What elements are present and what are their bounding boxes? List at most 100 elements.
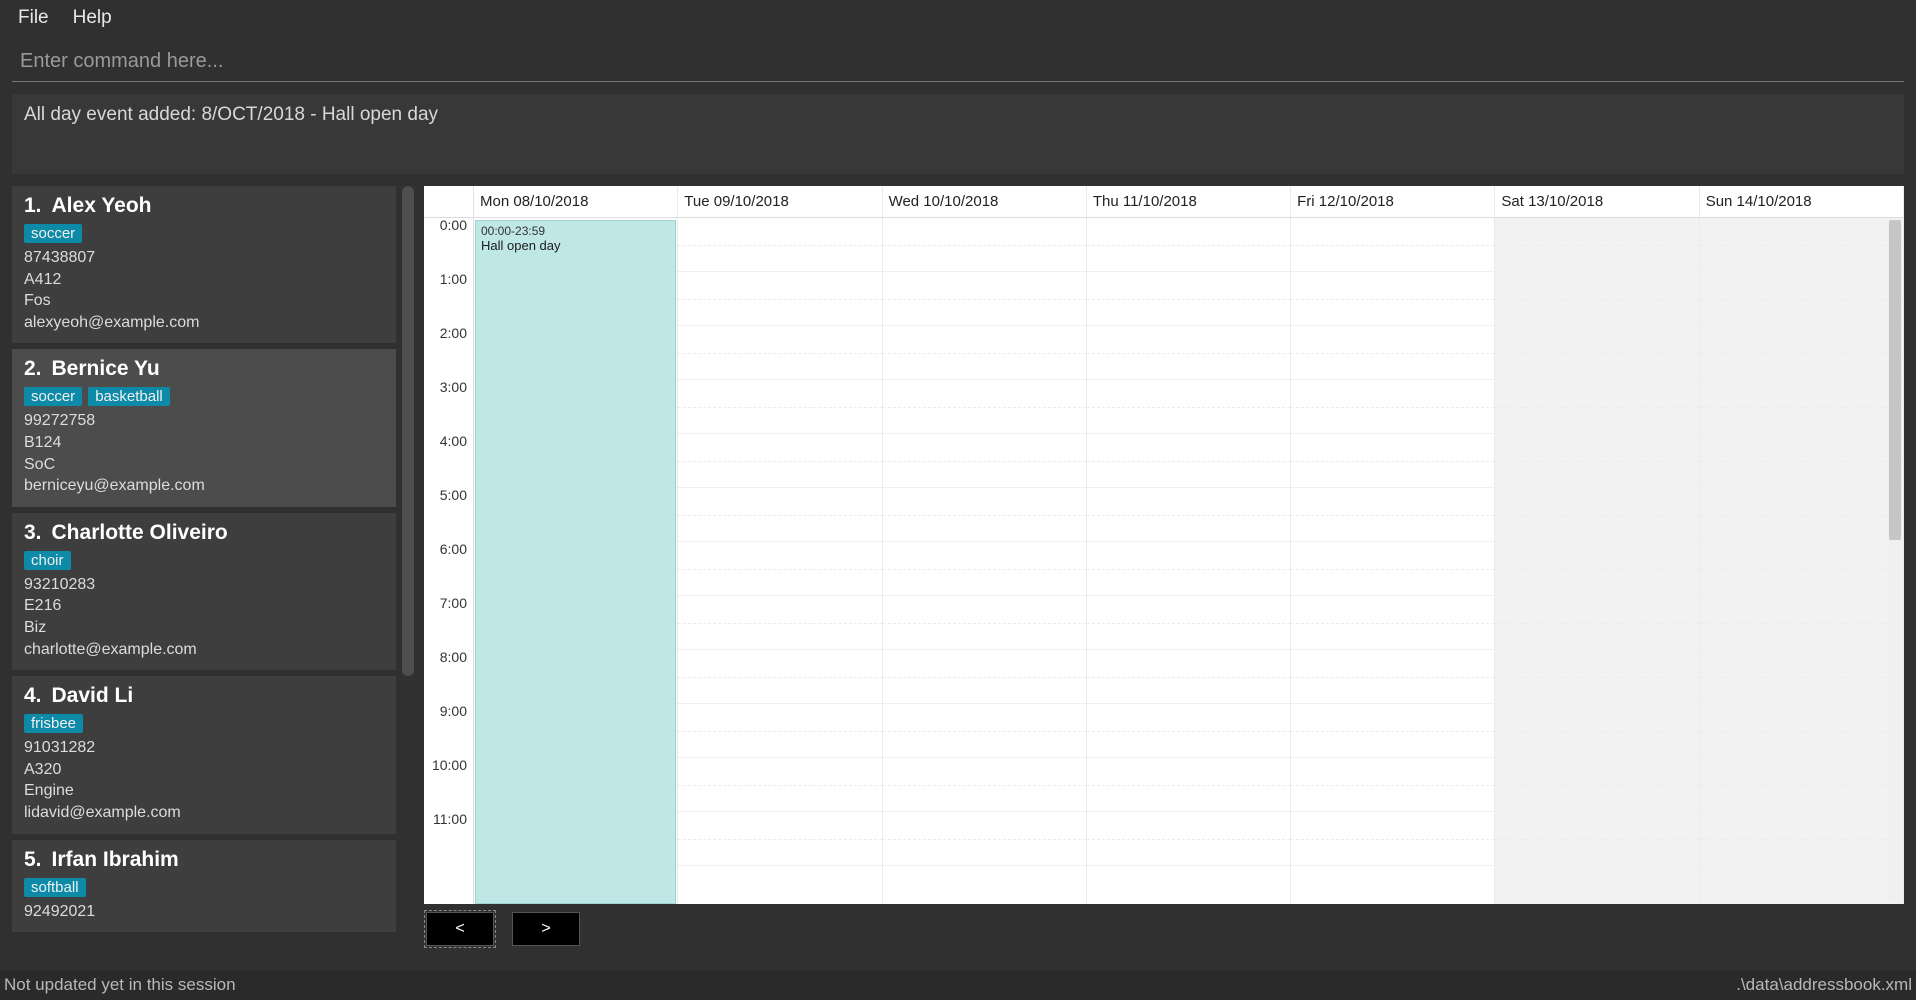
calendar-cell[interactable] bbox=[1700, 650, 1903, 704]
person-tags: soccerbasketball bbox=[24, 387, 384, 406]
calendar-scrollbar[interactable] bbox=[1888, 220, 1902, 902]
calendar-cell[interactable] bbox=[883, 488, 1086, 542]
menu-help[interactable]: Help bbox=[73, 7, 112, 29]
calendar-cell[interactable] bbox=[1291, 380, 1494, 434]
tag: softball bbox=[24, 878, 86, 897]
calendar-cell[interactable] bbox=[678, 326, 881, 380]
calendar-cell[interactable] bbox=[883, 650, 1086, 704]
calendar-cell[interactable] bbox=[1087, 812, 1290, 866]
calendar-cell[interactable] bbox=[1495, 326, 1698, 380]
person-card[interactable]: 2.Bernice Yusoccerbasketball99272758B124… bbox=[12, 349, 396, 506]
person-tags: frisbee bbox=[24, 714, 384, 733]
calendar-cell[interactable] bbox=[1291, 542, 1494, 596]
calendar-cell[interactable] bbox=[1700, 218, 1903, 272]
calendar-cell[interactable] bbox=[678, 272, 881, 326]
person-card[interactable]: 5.Irfan Ibrahimsoftball92492021 bbox=[12, 840, 396, 933]
calendar-cell[interactable] bbox=[883, 542, 1086, 596]
calendar-cell[interactable] bbox=[1291, 596, 1494, 650]
calendar-day-column[interactable] bbox=[1700, 218, 1904, 904]
calendar-cell[interactable] bbox=[1700, 326, 1903, 380]
tag: frisbee bbox=[24, 714, 83, 733]
calendar-cell[interactable] bbox=[1495, 218, 1698, 272]
calendar-day-column[interactable] bbox=[1495, 218, 1699, 904]
calendar-cell[interactable] bbox=[1291, 434, 1494, 488]
calendar-cell[interactable] bbox=[1291, 326, 1494, 380]
calendar-cell[interactable] bbox=[1291, 272, 1494, 326]
calendar-cell[interactable] bbox=[1291, 812, 1494, 866]
person-card[interactable]: 3.Charlotte Oliveirochoir93210283E216Biz… bbox=[12, 513, 396, 670]
calendar-cell[interactable] bbox=[883, 704, 1086, 758]
calendar-cell[interactable] bbox=[1495, 812, 1698, 866]
calendar-cell[interactable] bbox=[678, 812, 881, 866]
calendar-cell[interactable] bbox=[1087, 650, 1290, 704]
calendar-cell[interactable] bbox=[1700, 542, 1903, 596]
calendar-cell[interactable] bbox=[1087, 434, 1290, 488]
calendar-cell[interactable] bbox=[678, 218, 881, 272]
calendar-cell[interactable] bbox=[1495, 596, 1698, 650]
calendar-cell[interactable] bbox=[883, 272, 1086, 326]
calendar-cell[interactable] bbox=[1291, 488, 1494, 542]
person-card[interactable]: 1.Alex Yeohsoccer87438807A412Fosalexyeoh… bbox=[12, 186, 396, 343]
calendar-cell[interactable] bbox=[678, 704, 881, 758]
calendar-cell[interactable] bbox=[1087, 380, 1290, 434]
calendar-cell[interactable] bbox=[1495, 380, 1698, 434]
calendar-cell[interactable] bbox=[1700, 272, 1903, 326]
calendar-cell[interactable] bbox=[1700, 434, 1903, 488]
calendar-cell[interactable] bbox=[1291, 758, 1494, 812]
calendar-cell[interactable] bbox=[1087, 596, 1290, 650]
calendar-event[interactable]: 00:00-23:59Hall open day bbox=[475, 220, 676, 904]
calendar-cell[interactable] bbox=[883, 596, 1086, 650]
calendar-cell[interactable] bbox=[883, 812, 1086, 866]
calendar-cell[interactable] bbox=[1495, 758, 1698, 812]
status-left: Not updated yet in this session bbox=[4, 975, 236, 995]
person-list-scrollbar[interactable] bbox=[402, 186, 414, 676]
calendar-cell[interactable] bbox=[1495, 650, 1698, 704]
calendar-cell[interactable] bbox=[883, 434, 1086, 488]
calendar-cell[interactable] bbox=[678, 380, 881, 434]
menu-file[interactable]: File bbox=[18, 7, 49, 29]
calendar-cell[interactable] bbox=[1087, 542, 1290, 596]
command-input[interactable] bbox=[12, 44, 1904, 82]
calendar-cell[interactable] bbox=[1087, 488, 1290, 542]
calendar-cell[interactable] bbox=[1495, 542, 1698, 596]
calendar-cell[interactable] bbox=[1087, 758, 1290, 812]
calendar-cell[interactable] bbox=[1495, 488, 1698, 542]
calendar-cell[interactable] bbox=[1087, 272, 1290, 326]
calendar-day-column[interactable] bbox=[1087, 218, 1291, 904]
calendar-cell[interactable] bbox=[1291, 218, 1494, 272]
calendar-cell[interactable] bbox=[883, 326, 1086, 380]
calendar-cell[interactable] bbox=[883, 380, 1086, 434]
person-card[interactable]: 4.David Lifrisbee91031282A320Enginelidav… bbox=[12, 676, 396, 833]
calendar-cell[interactable] bbox=[1291, 704, 1494, 758]
calendar-cell[interactable] bbox=[1495, 704, 1698, 758]
calendar-cell[interactable] bbox=[1700, 704, 1903, 758]
calendar-cell[interactable] bbox=[1087, 218, 1290, 272]
calendar-cell[interactable] bbox=[678, 596, 881, 650]
calendar-cell[interactable] bbox=[678, 488, 881, 542]
calendar-cell[interactable] bbox=[1495, 272, 1698, 326]
calendar-cell[interactable] bbox=[678, 434, 881, 488]
prev-week-button[interactable]: < bbox=[426, 912, 494, 946]
calendar-day-column[interactable] bbox=[883, 218, 1087, 904]
calendar-day-column[interactable] bbox=[1291, 218, 1495, 904]
calendar-cell[interactable] bbox=[1495, 434, 1698, 488]
calendar-cell[interactable] bbox=[1700, 380, 1903, 434]
calendar-cell[interactable] bbox=[1700, 758, 1903, 812]
calendar-cell[interactable] bbox=[883, 758, 1086, 812]
calendar-cell[interactable] bbox=[1087, 704, 1290, 758]
person-phone: 93210283 bbox=[24, 574, 384, 596]
calendar-day-column[interactable] bbox=[678, 218, 882, 904]
calendar-day-column[interactable]: 00:00-23:59Hall open day bbox=[474, 218, 678, 904]
calendar-cell[interactable] bbox=[1087, 326, 1290, 380]
calendar-cell[interactable] bbox=[1291, 650, 1494, 704]
calendar-cell[interactable] bbox=[1700, 812, 1903, 866]
calendar-cell[interactable] bbox=[678, 650, 881, 704]
person-org: SoC bbox=[24, 454, 384, 476]
calendar-cell[interactable] bbox=[678, 542, 881, 596]
calendar-scroll-thumb[interactable] bbox=[1889, 220, 1901, 540]
calendar-cell[interactable] bbox=[1700, 596, 1903, 650]
calendar-cell[interactable] bbox=[1700, 488, 1903, 542]
calendar-cell[interactable] bbox=[883, 218, 1086, 272]
next-week-button[interactable]: > bbox=[512, 912, 580, 946]
calendar-cell[interactable] bbox=[678, 758, 881, 812]
